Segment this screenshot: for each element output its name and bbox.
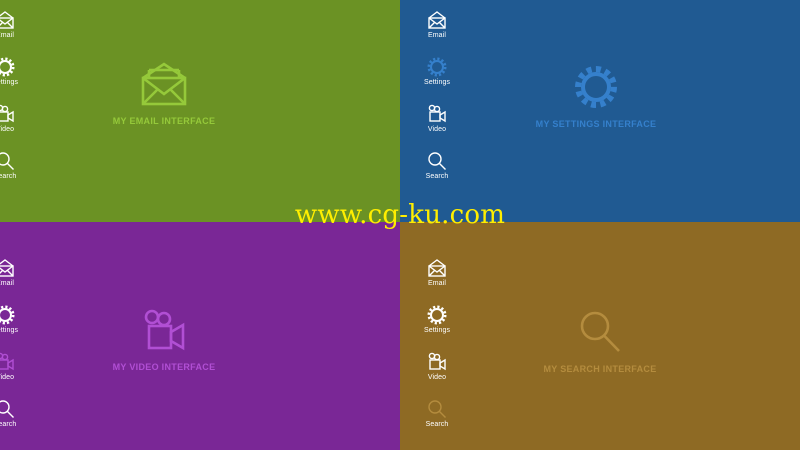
gear-icon <box>574 65 618 109</box>
gear-icon <box>0 57 15 77</box>
nav-item-video[interactable]: Video <box>416 104 458 151</box>
nav-item-video[interactable]: Video <box>0 104 26 151</box>
panel-title: MY SETTINGS INTERFACE <box>535 119 657 129</box>
nav-item-email[interactable]: Email <box>0 258 26 305</box>
nav-label-settings: Settings <box>423 327 451 334</box>
nav-item-search[interactable]: Search <box>416 399 458 446</box>
nav-label-video: Video <box>0 126 15 133</box>
nav-item-settings[interactable]: Settings <box>416 57 458 104</box>
nav-label-video: Video <box>427 126 447 133</box>
side-nav: Email Settings Video Search <box>416 258 458 446</box>
gear-icon <box>0 305 15 325</box>
nav-item-settings[interactable]: Settings <box>0 305 26 352</box>
email-center: MY EMAIL INTERFACE <box>94 62 234 126</box>
nav-label-search: Search <box>0 421 17 428</box>
email-panel: Email Settings Video Search MY EMAIL INT… <box>0 0 400 222</box>
nav-item-video[interactable]: Video <box>0 352 26 399</box>
magnifier-icon <box>578 310 622 354</box>
nav-label-email: Email <box>427 280 446 287</box>
nav-label-email: Email <box>0 32 14 39</box>
nav-label-settings: Settings <box>423 79 451 86</box>
panel-title: MY SEARCH INTERFACE <box>543 364 657 374</box>
video-camera-icon <box>427 104 447 124</box>
watermark-text: www.cg-ku.com <box>294 200 506 230</box>
nav-item-settings[interactable]: Settings <box>416 305 458 352</box>
envelope-icon <box>427 258 447 278</box>
video-camera-icon <box>427 352 447 372</box>
nav-label-search: Search <box>425 421 449 428</box>
magnifier-icon <box>0 399 15 419</box>
video-panel: Email Settings Video Search MY VIDEO INT… <box>0 222 400 450</box>
panel-title: MY VIDEO INTERFACE <box>112 362 216 372</box>
panel-title: MY EMAIL INTERFACE <box>112 116 216 126</box>
nav-item-search[interactable]: Search <box>0 151 26 198</box>
video-center: MY VIDEO INTERFACE <box>94 308 234 372</box>
envelope-icon <box>0 10 15 30</box>
search-center: MY SEARCH INTERFACE <box>530 310 670 374</box>
nav-item-search[interactable]: Search <box>416 151 458 198</box>
gear-icon <box>427 57 447 77</box>
nav-item-email[interactable]: Email <box>416 10 458 57</box>
nav-label-video: Video <box>0 374 15 381</box>
nav-item-search[interactable]: Search <box>0 399 26 446</box>
nav-label-settings: Settings <box>0 79 19 86</box>
gear-icon <box>427 305 447 325</box>
nav-label-settings: Settings <box>0 327 19 334</box>
nav-item-email[interactable]: Email <box>0 10 26 57</box>
nav-label-search: Search <box>0 173 17 180</box>
video-camera-icon <box>0 104 15 124</box>
nav-label-email: Email <box>427 32 446 39</box>
side-nav: Email Settings Video Search <box>0 258 26 446</box>
nav-label-video: Video <box>427 374 447 381</box>
side-nav: Email Settings Video Search <box>416 10 458 198</box>
magnifier-icon <box>427 151 447 171</box>
envelope-icon <box>0 258 15 278</box>
magnifier-icon <box>427 399 447 419</box>
video-camera-icon <box>0 352 15 372</box>
video-camera-icon <box>142 308 186 352</box>
search-panel: Email Settings Video Search MY SEARCH IN… <box>400 222 800 450</box>
settings-center: MY SETTINGS INTERFACE <box>526 65 666 129</box>
side-nav: Email Settings Video Search <box>0 10 26 198</box>
nav-label-search: Search <box>425 173 449 180</box>
nav-item-video[interactable]: Video <box>416 352 458 399</box>
nav-label-email: Email <box>0 280 14 287</box>
nav-item-email[interactable]: Email <box>416 258 458 305</box>
settings-panel: Email Settings Video Search MY SETTINGS … <box>400 0 800 222</box>
envelope-icon <box>427 10 447 30</box>
nav-item-settings[interactable]: Settings <box>0 57 26 104</box>
magnifier-icon <box>0 151 15 171</box>
envelope-icon <box>141 62 187 106</box>
